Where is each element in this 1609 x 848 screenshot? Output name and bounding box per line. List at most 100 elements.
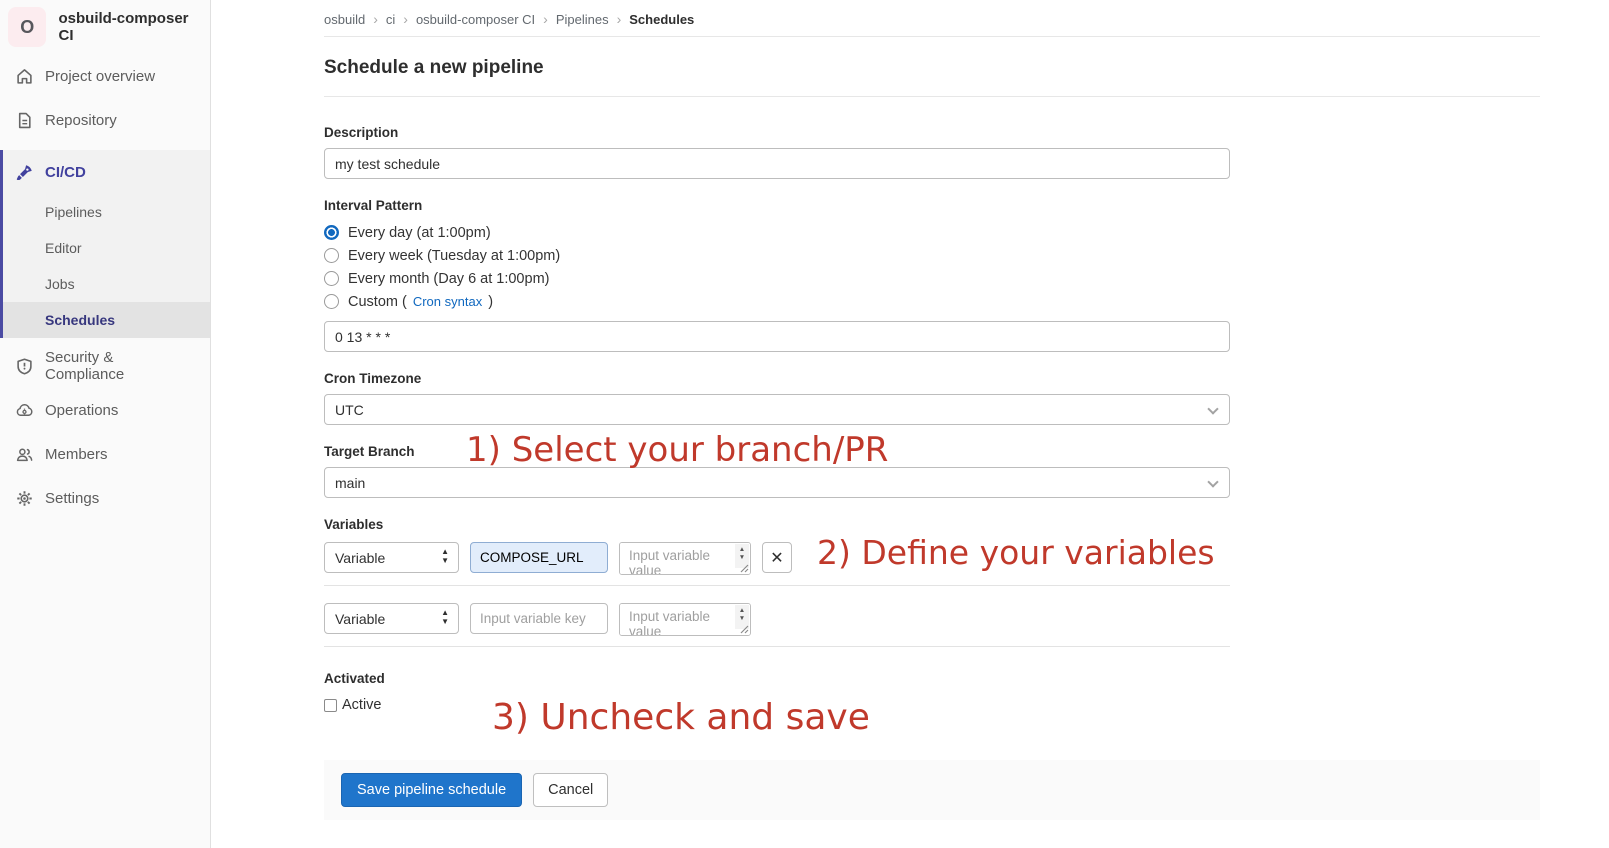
close-icon: ✕ xyxy=(770,548,783,568)
sidebar-item-settings[interactable]: Settings xyxy=(0,476,210,520)
cron-syntax-link[interactable]: Cron syntax xyxy=(413,294,482,309)
breadcrumb-item[interactable]: osbuild-composer CI xyxy=(416,12,535,27)
radio-label: Custom ( xyxy=(348,294,407,310)
resize-grip-icon[interactable] xyxy=(739,624,749,634)
project-title: osbuild-composer CI xyxy=(58,10,202,44)
shield-icon xyxy=(16,358,33,375)
variable-row: Variable ▲▼ ▲▼ ✕ xyxy=(324,542,1540,575)
chevron-right-icon: › xyxy=(373,11,378,27)
project-avatar: O xyxy=(8,7,46,47)
variable-value-wrap: ▲▼ xyxy=(619,542,751,575)
page-title: Schedule a new pipeline xyxy=(324,57,1540,79)
updown-icon: ▲▼ xyxy=(441,547,449,565)
breadcrumb-item[interactable]: ci xyxy=(386,12,395,27)
chevron-down-icon xyxy=(1207,403,1218,414)
variable-key-input[interactable] xyxy=(470,603,608,634)
sidebar-item-label: Settings xyxy=(45,490,99,507)
sidebar-item-schedules[interactable]: Schedules xyxy=(3,302,210,338)
target-branch-value: main xyxy=(335,475,365,491)
sidebar-item-operations[interactable]: Operations xyxy=(0,388,210,432)
cloud-icon xyxy=(16,402,33,419)
variable-type-value: Variable xyxy=(335,611,385,627)
project-sidebar: O osbuild-composer CI Project overview R… xyxy=(0,0,211,848)
breadcrumb-item[interactable]: osbuild xyxy=(324,12,365,27)
sidebar-item-security-compliance[interactable]: Security & Compliance xyxy=(0,344,210,388)
sidebar-item-label: CI/CD xyxy=(45,164,86,181)
target-branch-label: Target Branch xyxy=(324,444,1540,459)
cron-timezone-value: UTC xyxy=(335,402,364,418)
sidebar-item-label: Members xyxy=(45,446,108,463)
variable-type-value: Variable xyxy=(335,550,385,566)
breadcrumb-item[interactable]: Pipelines xyxy=(556,12,609,27)
chevron-right-icon: › xyxy=(617,11,622,27)
radio-label: Every day (at 1:00pm) xyxy=(348,225,491,241)
sidebar-item-jobs[interactable]: Jobs xyxy=(3,266,210,302)
radio-label: Every month (Day 6 at 1:00pm) xyxy=(348,271,549,287)
gear-icon xyxy=(16,490,33,507)
updown-icon: ▲▼ xyxy=(441,608,449,626)
radio-label: Every week (Tuesday at 1:00pm) xyxy=(348,248,560,264)
description-input[interactable] xyxy=(324,148,1230,179)
sidebar-subitem-label: Schedules xyxy=(45,312,115,328)
target-branch-select[interactable]: main xyxy=(324,467,1230,498)
variables-label: Variables xyxy=(324,517,1540,532)
radio-row-custom[interactable]: Custom ( Cron syntax ) xyxy=(324,290,1540,313)
home-icon xyxy=(16,68,33,85)
active-checkbox-label: Active xyxy=(342,697,382,713)
radio-every-day[interactable] xyxy=(324,225,339,240)
sidebar-subitem-label: Jobs xyxy=(45,276,75,292)
interval-pattern-label: Interval Pattern xyxy=(324,198,1540,213)
radio-row-every-month[interactable]: Every month (Day 6 at 1:00pm) xyxy=(324,267,1540,290)
variable-value-textarea[interactable] xyxy=(620,543,750,574)
description-label: Description xyxy=(324,125,1540,140)
sidebar-subitem-label: Editor xyxy=(45,240,82,256)
rocket-icon xyxy=(16,164,33,181)
sidebar-item-members[interactable]: Members xyxy=(0,432,210,476)
variable-type-select[interactable]: Variable ▲▼ xyxy=(324,603,459,634)
cron-timezone-select[interactable]: UTC xyxy=(324,394,1230,425)
active-checkbox[interactable] xyxy=(324,699,337,712)
active-checkbox-row[interactable]: Active xyxy=(324,697,1540,713)
sidebar-item-editor[interactable]: Editor xyxy=(3,230,210,266)
main-content: osbuild › ci › osbuild-composer CI › Pip… xyxy=(211,0,1609,848)
cancel-button[interactable]: Cancel xyxy=(533,773,608,807)
sidebar-item-label: Operations xyxy=(45,402,118,419)
schedule-form: Description Interval Pattern Every day (… xyxy=(324,97,1540,713)
sidebar-section-cicd: CI/CD Pipelines Editor Jobs Schedules xyxy=(0,150,210,338)
sidebar-item-cicd[interactable]: CI/CD xyxy=(3,150,210,194)
app-window: O osbuild-composer CI Project overview R… xyxy=(0,0,1609,848)
sidebar-item-label: Repository xyxy=(45,112,117,129)
variable-key-input[interactable] xyxy=(470,542,608,573)
form-actions: Save pipeline schedule Cancel xyxy=(324,760,1540,820)
cron-timezone-label: Cron Timezone xyxy=(324,371,1540,386)
divider xyxy=(324,585,1230,586)
chevron-right-icon: › xyxy=(543,11,548,27)
people-icon xyxy=(16,446,33,463)
variable-value-textarea[interactable] xyxy=(620,604,750,635)
divider xyxy=(324,646,1230,647)
sidebar-item-project-overview[interactable]: Project overview xyxy=(0,54,210,98)
avatar-letter: O xyxy=(20,17,34,38)
resize-grip-icon[interactable] xyxy=(739,563,749,573)
save-pipeline-schedule-button[interactable]: Save pipeline schedule xyxy=(341,773,522,807)
radio-custom[interactable] xyxy=(324,294,339,309)
radio-row-every-day[interactable]: Every day (at 1:00pm) xyxy=(324,221,1540,244)
breadcrumb: osbuild › ci › osbuild-composer CI › Pip… xyxy=(324,0,1540,37)
cron-pattern-input[interactable] xyxy=(324,321,1230,352)
remove-variable-button[interactable]: ✕ xyxy=(762,542,792,573)
chevron-down-icon xyxy=(1207,476,1218,487)
sidebar-item-label: Security & Compliance xyxy=(45,349,194,383)
sidebar-item-label: Project overview xyxy=(45,68,155,85)
breadcrumb-item-current: Schedules xyxy=(629,12,694,27)
radio-every-week[interactable] xyxy=(324,248,339,263)
radio-every-month[interactable] xyxy=(324,271,339,286)
variable-row: Variable ▲▼ ▲▼ xyxy=(324,603,1540,636)
sidebar-item-repository[interactable]: Repository xyxy=(0,98,210,142)
radio-row-every-week[interactable]: Every week (Tuesday at 1:00pm) xyxy=(324,244,1540,267)
sidebar-item-pipelines[interactable]: Pipelines xyxy=(3,194,210,230)
sidebar-subitem-label: Pipelines xyxy=(45,204,102,220)
variable-type-select[interactable]: Variable ▲▼ xyxy=(324,542,459,573)
activated-label: Activated xyxy=(324,671,1540,686)
chevron-right-icon: › xyxy=(403,11,408,27)
project-header[interactable]: O osbuild-composer CI xyxy=(0,0,210,54)
